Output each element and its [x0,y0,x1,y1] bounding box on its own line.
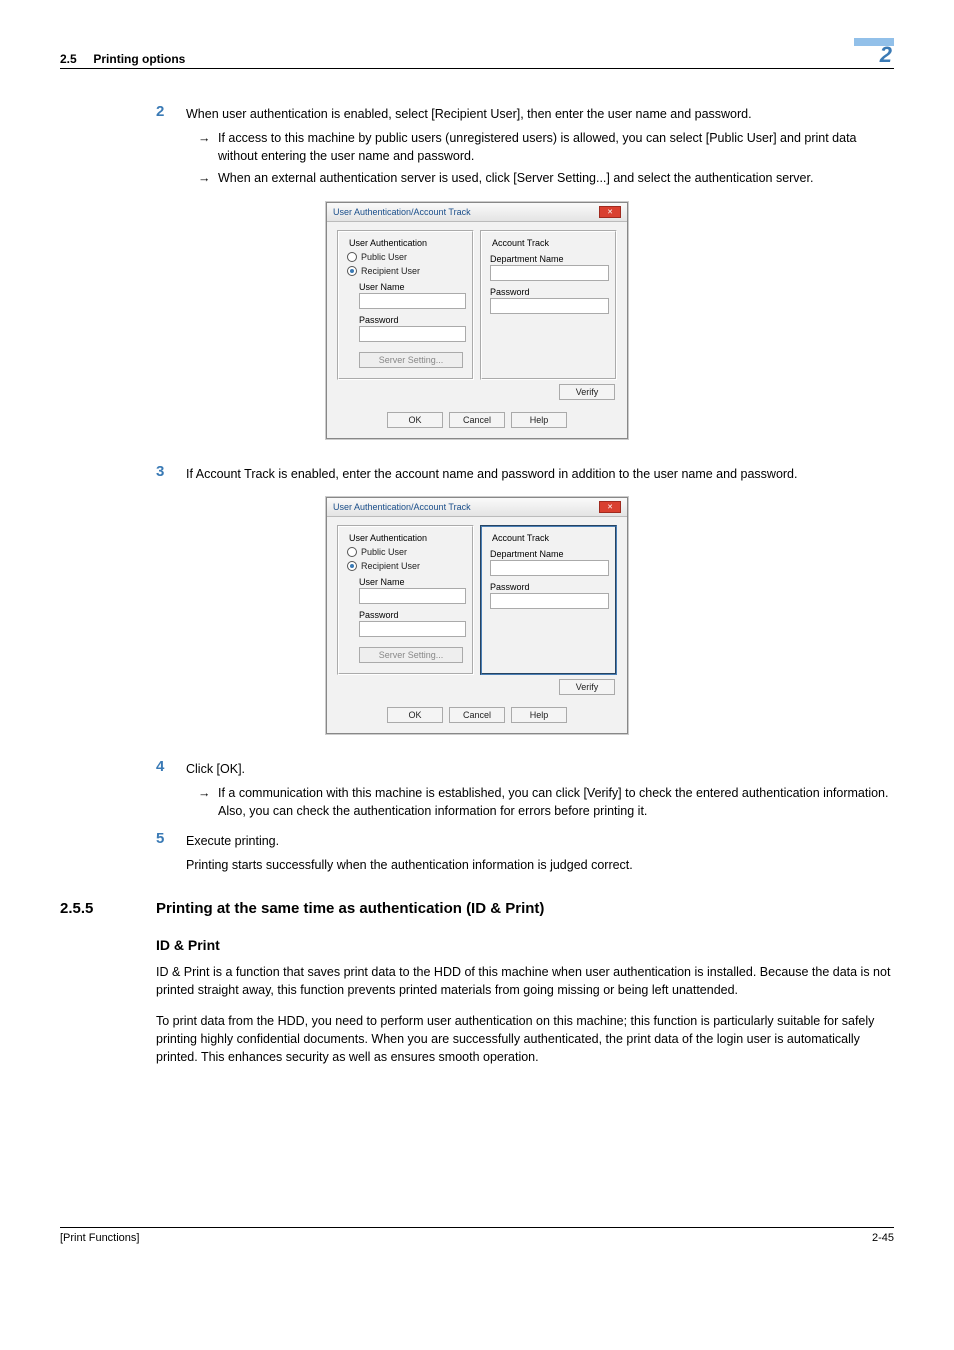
step-number-3: 3 [60,463,186,480]
step-number-5: 5 [60,830,186,847]
at-password-input[interactable] [490,593,609,609]
step-text-2: When user authentication is enabled, sel… [186,103,894,123]
help-button[interactable]: Help [511,707,567,723]
page-footer: [Print Functions] 2-45 [60,1227,894,1244]
arrow-icon: → [198,784,218,802]
step-text-3: If Account Track is enabled, enter the a… [186,463,894,483]
user-name-input[interactable] [359,293,466,309]
recipient-user-label: Recipient User [361,266,420,276]
page-header: 2.5 Printing options 2 [60,38,894,69]
user-auth-group-title: User Authentication [347,238,429,248]
help-button[interactable]: Help [511,412,567,428]
close-icon[interactable]: ✕ [599,501,621,513]
verify-button[interactable]: Verify [559,679,615,695]
dept-name-label: Department Name [490,549,607,559]
at-password-label: Password [490,582,607,592]
public-user-label: Public User [361,547,407,557]
user-name-label: User Name [359,282,464,292]
verify-button[interactable]: Verify [559,384,615,400]
paragraph-1: ID & Print is a function that saves prin… [156,963,894,999]
header-section-title: Printing options [93,52,185,66]
account-track-group-title: Account Track [490,238,551,248]
step4-bullet1: If a communication with this machine is … [218,784,894,820]
sub-heading: ID & Print [156,937,894,953]
step2-bullet2: When an external authentication server i… [218,169,894,187]
step-text-5: Execute printing. [186,830,894,850]
section-number: 2.5.5 [60,900,156,917]
dialog-title: User Authentication/Account Track [333,207,471,217]
step-text-4: Click [OK]. [186,758,894,778]
password-label: Password [359,315,464,325]
account-track-group-title: Account Track [490,533,551,543]
dialog-title: User Authentication/Account Track [333,502,471,512]
at-password-label: Password [490,287,607,297]
paragraph-2: To print data from the HDD, you need to … [156,1012,894,1066]
recipient-user-radio[interactable]: Recipient User [347,561,464,571]
password-input[interactable] [359,621,466,637]
auth-dialog-2: User Authentication/Account Track ✕ User… [326,497,628,734]
step-number-2: 2 [60,103,186,120]
cancel-button[interactable]: Cancel [449,707,505,723]
server-setting-button[interactable]: Server Setting... [359,647,463,663]
recipient-user-radio[interactable]: Recipient User [347,266,464,276]
ok-button[interactable]: OK [387,412,443,428]
footer-right: 2-45 [872,1232,894,1244]
at-password-input[interactable] [490,298,609,314]
section-title: Printing at the same time as authenticat… [156,900,544,917]
close-icon[interactable]: ✕ [599,206,621,218]
user-auth-group-title: User Authentication [347,533,429,543]
dept-name-label: Department Name [490,254,607,264]
password-label: Password [359,610,464,620]
header-section-num: 2.5 [60,52,77,66]
public-user-radio[interactable]: Public User [347,252,464,262]
public-user-label: Public User [361,252,407,262]
header-chapter-num: 2 [880,42,892,68]
step2-bullet1: If access to this machine by public user… [218,129,894,165]
dept-name-input[interactable] [490,560,609,576]
step-number-4: 4 [60,758,186,775]
recipient-user-label: Recipient User [361,561,420,571]
user-name-input[interactable] [359,588,466,604]
footer-left: [Print Functions] [60,1232,139,1244]
auth-dialog-1: User Authentication/Account Track ✕ User… [326,202,628,439]
ok-button[interactable]: OK [387,707,443,723]
arrow-icon: → [198,129,218,147]
dept-name-input[interactable] [490,265,609,281]
step5-followup: Printing starts successfully when the au… [186,856,894,874]
cancel-button[interactable]: Cancel [449,412,505,428]
arrow-icon: → [198,169,218,187]
password-input[interactable] [359,326,466,342]
public-user-radio[interactable]: Public User [347,547,464,557]
server-setting-button[interactable]: Server Setting... [359,352,463,368]
user-name-label: User Name [359,577,464,587]
